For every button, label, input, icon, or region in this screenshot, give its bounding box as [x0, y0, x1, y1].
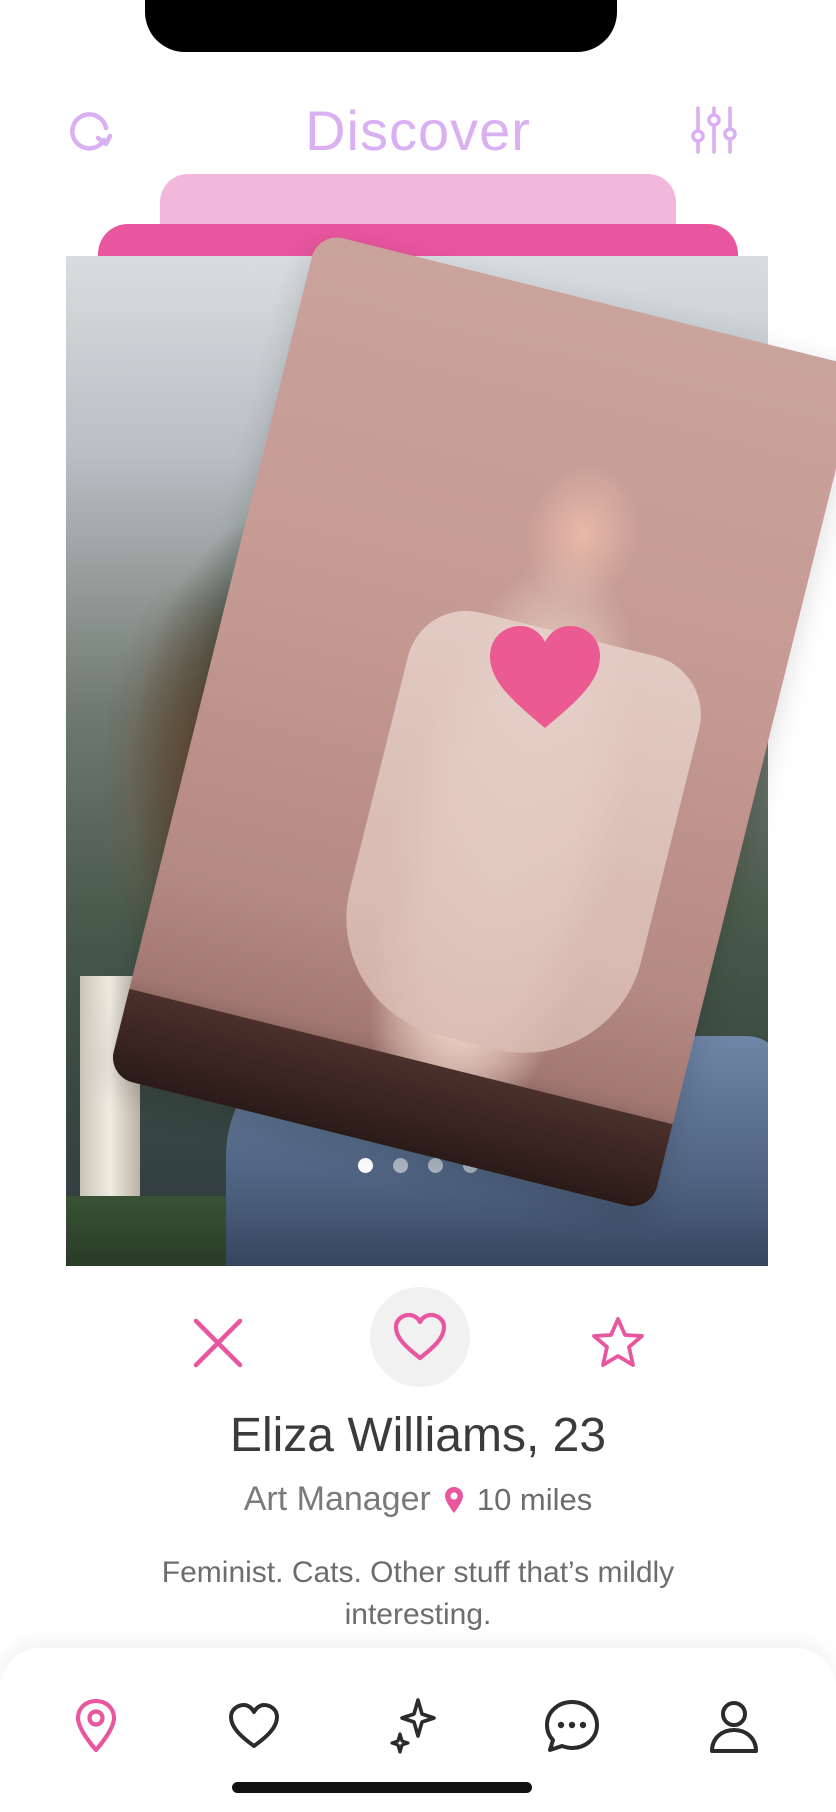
profile-bio: Feminist. Cats. Other stuff that’s mildl… — [161, 1556, 675, 1631]
swipe-actions — [0, 1285, 836, 1395]
photo-dot-2[interactable] — [393, 1158, 408, 1173]
location-pin-icon — [444, 1486, 463, 1513]
profile-name-age: Eliza Williams, 23 — [229, 1409, 607, 1462]
user-icon — [710, 1701, 758, 1753]
chat-icon — [545, 1700, 599, 1752]
close-icon — [193, 1318, 243, 1368]
nav-discover[interactable] — [56, 1686, 136, 1766]
sparkle-icon — [390, 1698, 436, 1754]
photo-pagination — [0, 1158, 836, 1173]
star-icon — [592, 1317, 644, 1367]
heart-icon — [393, 1312, 447, 1361]
superlike-button[interactable] — [580, 1305, 656, 1381]
dislike-button[interactable] — [180, 1305, 256, 1381]
filter-button[interactable] — [682, 98, 746, 162]
profile-job: Art Manager — [243, 1480, 431, 1518]
filter-sliders-icon — [691, 106, 737, 154]
photo-dot-3[interactable] — [428, 1158, 443, 1173]
photo-dot-1[interactable] — [358, 1158, 373, 1173]
home-indicator[interactable] — [232, 1782, 532, 1793]
location-pin-icon — [75, 1698, 117, 1753]
like-button[interactable] — [370, 1287, 470, 1387]
nav-profile[interactable] — [694, 1686, 774, 1766]
heart-icon — [229, 1703, 279, 1748]
nav-likes[interactable] — [214, 1686, 294, 1766]
app-header: Discover — [0, 80, 836, 180]
nav-highlights[interactable] — [374, 1686, 454, 1766]
like-overlay-heart-icon — [490, 626, 600, 728]
device-notch — [145, 0, 617, 52]
nav-messages[interactable] — [532, 1686, 612, 1766]
profile-distance: 10 miles — [476, 1481, 593, 1517]
profile-meta: Art Manager 10 miles — [0, 1480, 836, 1519]
